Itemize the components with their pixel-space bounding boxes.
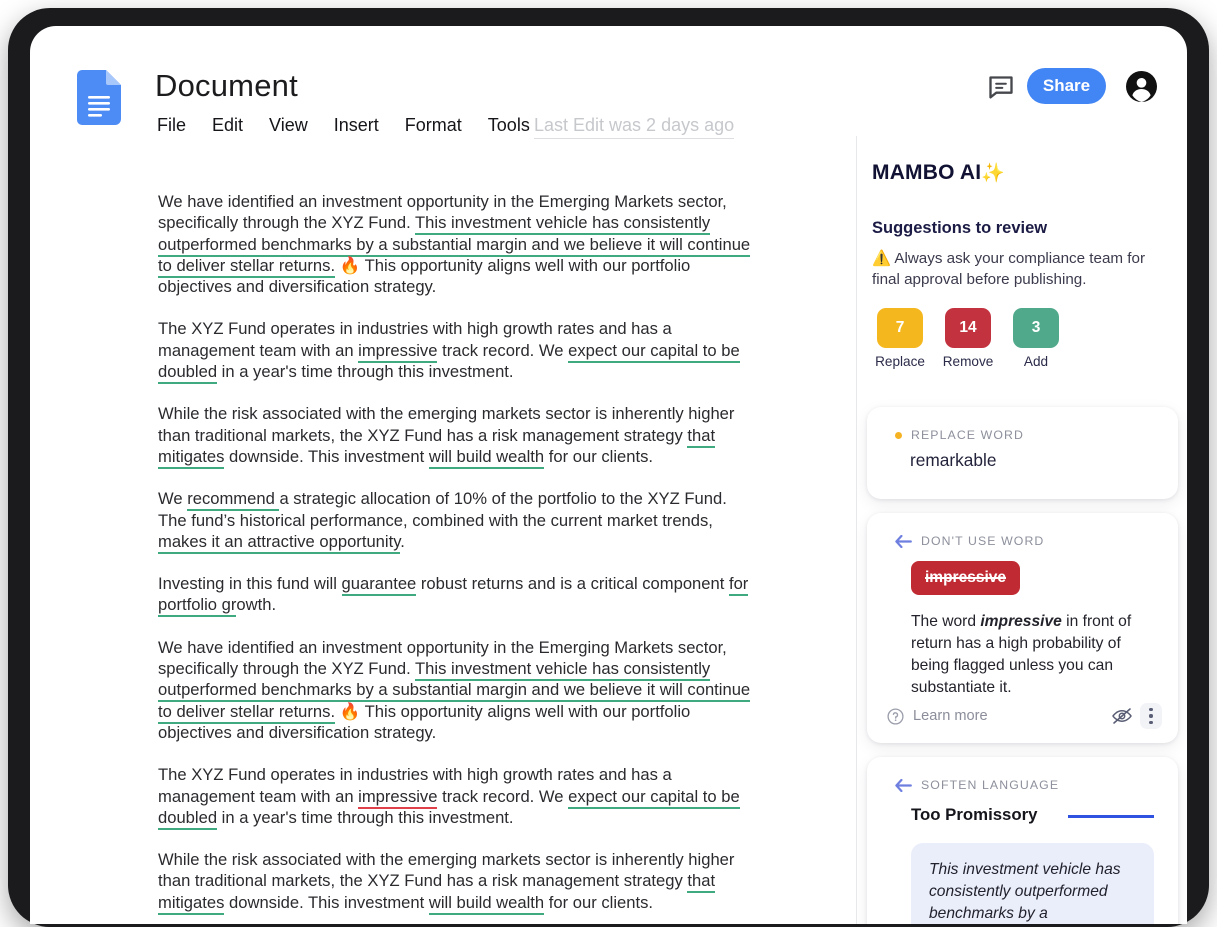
soften-suggested-text[interactable]: This investment vehicle has consistently…: [911, 843, 1154, 924]
document-paragraph[interactable]: The XYZ Fund operates in industries with…: [158, 764, 758, 830]
document-paragraph[interactable]: While the risk associated with the emerg…: [158, 849, 758, 915]
suggestion-highlight-green[interactable]: recommend: [187, 489, 280, 512]
suggestion-highlight-green[interactable]: will build wealth: [428, 446, 545, 469]
soften-divider-rule: [1068, 815, 1154, 818]
suggestion-highlight-green[interactable]: guarantee: [341, 574, 417, 597]
menu-item-format[interactable]: Format: [405, 115, 462, 136]
stat-badge-add[interactable]: 3: [1013, 308, 1059, 348]
body-bold-word: impressive: [980, 613, 1062, 630]
kebab-menu-icon[interactable]: [1140, 703, 1162, 729]
avatar[interactable]: [1126, 71, 1157, 102]
suggestion-card-dont-use-word[interactable]: DON'T USE WORD impressive The word impre…: [867, 513, 1178, 743]
soften-card-title: Too Promissory: [911, 805, 1038, 824]
menu-item-insert[interactable]: Insert: [334, 115, 379, 136]
device-screen: Document File Edit View Insert Format To…: [30, 26, 1187, 924]
text-run: track record. We: [437, 786, 569, 806]
stat-label-add: Add: [1023, 354, 1049, 369]
back-arrow-icon[interactable]: [895, 534, 912, 548]
learn-more-label: Learn more: [913, 708, 988, 724]
card-kicker-label: REPLACE WORD: [911, 428, 1024, 442]
page-title: Document: [155, 68, 298, 103]
document-paragraph[interactable]: The XYZ Fund operates in industries with…: [158, 318, 758, 385]
text-run: robust returns and is a critical compone…: [416, 574, 729, 594]
replacement-word[interactable]: remarkable: [910, 450, 996, 471]
google-docs-icon: [77, 70, 121, 125]
card-kicker-soften: SOFTEN LANGUAGE: [895, 778, 1059, 792]
card-kicker-label: SOFTEN LANGUAGE: [921, 778, 1060, 792]
kebab-dot: [1149, 720, 1153, 725]
stat-replace: 7 Replace: [872, 308, 928, 369]
app-header: Document File Edit View Insert Format To…: [30, 26, 1187, 139]
document-paragraph[interactable]: We recommend a strategic allocation of 1…: [158, 488, 758, 554]
text-run: in a year's time through this investment…: [217, 807, 514, 827]
document-paragraph[interactable]: Investing in this fund will guarantee ro…: [158, 573, 758, 618]
card-kicker-replace: REPLACE WORD: [895, 428, 1024, 442]
suggestion-highlight-green[interactable]: will build wealth: [428, 892, 545, 915]
mambo-ai-sidebar: MAMBO AI✨ Suggestions to review ⚠️ Alway…: [857, 136, 1187, 924]
kebab-dot: [1149, 707, 1153, 712]
text-run: in a year's time through this investment…: [217, 362, 514, 382]
bullet-dot-icon: [895, 431, 902, 439]
text-run: .: [400, 531, 405, 551]
card-footer: Learn more: [887, 701, 1162, 731]
text-run: While the risk associated with the emerg…: [158, 850, 735, 891]
sparkle-icon: ✨: [981, 163, 1006, 184]
stat-label-remove: Remove: [942, 354, 994, 369]
kebab-dot: [1149, 714, 1153, 718]
card-kicker-label: DON'T USE WORD: [921, 534, 1045, 548]
menu-bar: File Edit View Insert Format Tools: [157, 115, 530, 136]
eye-off-icon[interactable]: [1111, 707, 1133, 725]
stat-remove: 14 Remove: [940, 308, 996, 369]
sidebar-brand-text: MAMBO AI: [872, 161, 982, 184]
compliance-note-text: Always ask your compliance team for fina…: [872, 250, 1146, 288]
text-run: track record. We: [437, 340, 569, 360]
suggestion-card-soften-language[interactable]: SOFTEN LANGUAGE Too Promissory This inve…: [867, 757, 1178, 924]
compliance-note: ⚠️ Always ask your compliance team for f…: [872, 248, 1172, 290]
text-run: Investing in this fund will: [158, 574, 342, 594]
stat-add: 3 Add: [1008, 308, 1064, 369]
text-run: for our clients.: [544, 446, 653, 466]
document-text-body[interactable]: We have identified an investment opportu…: [158, 191, 758, 924]
tablet-device-frame: Document File Edit View Insert Format To…: [8, 8, 1209, 927]
flagged-word-pill[interactable]: impressive: [911, 561, 1020, 595]
back-arrow-icon[interactable]: [895, 778, 912, 792]
document-pane[interactable]: We have identified an investment opportu…: [30, 136, 856, 924]
text-run: While the risk associated with the emerg…: [158, 404, 735, 445]
suggestions-heading: Suggestions to review: [872, 219, 1048, 237]
suggestion-stats: 7 Replace 14 Remove 3 Add: [872, 308, 1064, 369]
comment-icon[interactable]: [987, 74, 1015, 102]
text-run: downside. This investment: [224, 892, 429, 912]
suggestion-highlight-green[interactable]: makes it an attractive opportunity: [158, 531, 401, 554]
card-body-text: The word impressive in front of return h…: [911, 611, 1149, 699]
suggestion-card-replace-word[interactable]: REPLACE WORD remarkable: [867, 407, 1178, 499]
suggestion-highlight-red[interactable]: impressive: [358, 786, 438, 809]
sidebar-brand: MAMBO AI✨: [872, 161, 1005, 185]
text-run: We: [158, 489, 188, 509]
share-button[interactable]: Share: [1027, 68, 1106, 104]
body-before: The word: [911, 613, 981, 630]
card-kicker-dontuse: DON'T USE WORD: [895, 534, 1044, 548]
document-paragraph[interactable]: While the risk associated with the emerg…: [158, 403, 758, 469]
text-run: for our clients.: [544, 892, 653, 912]
stat-badge-remove[interactable]: 14: [945, 308, 991, 348]
learn-more-button[interactable]: Learn more: [887, 707, 988, 725]
help-circle-icon: [887, 707, 904, 725]
stat-badge-replace[interactable]: 7: [877, 308, 923, 348]
menu-item-file[interactable]: File: [157, 115, 186, 136]
menu-item-tools[interactable]: Tools: [488, 115, 530, 136]
text-run: owth.: [236, 595, 277, 615]
menu-item-edit[interactable]: Edit: [212, 115, 243, 136]
document-paragraph[interactable]: We have identified an investment opportu…: [158, 191, 758, 297]
warning-icon: ⚠️: [872, 250, 891, 267]
menu-item-view[interactable]: View: [269, 115, 308, 136]
stat-label-replace: Replace: [875, 354, 925, 369]
text-run: downside. This investment: [224, 446, 429, 466]
quote-before: This investment vehicle has consistently…: [929, 861, 1121, 922]
document-paragraph[interactable]: We have identified an investment opportu…: [158, 637, 758, 743]
suggestion-highlight-green[interactable]: impressive: [358, 340, 438, 363]
card-footer-actions: [1111, 703, 1162, 729]
